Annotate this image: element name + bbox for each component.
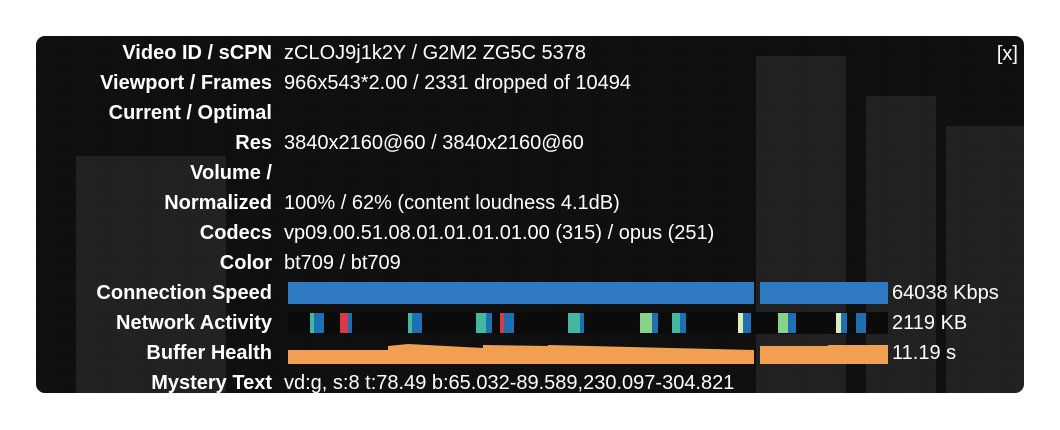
network-spike xyxy=(836,313,841,333)
row-label: Viewport / Frames xyxy=(100,72,272,94)
row-viewport: Viewport / Frames 966x543*2.00 / 2331 dr… xyxy=(36,68,1024,98)
network-activity-background xyxy=(288,312,888,334)
network-spike xyxy=(841,313,847,333)
network-spike xyxy=(568,313,580,333)
row-video-id: Video ID / sCPN zCLOJ9j1k2Y / G2M2 ZG5C … xyxy=(36,38,1024,68)
network-spike xyxy=(672,313,680,333)
stats-for-nerds-panel: [x] Video ID / sCPN zCLOJ9j1k2Y / G2M2 Z… xyxy=(36,36,1024,393)
network-spike xyxy=(314,313,324,333)
network-spike xyxy=(680,313,686,333)
connection-speed-graph xyxy=(288,282,888,304)
row-normalized: Normalized 100% / 62% (content loudness … xyxy=(36,188,1024,218)
row-connection-speed: Connection Speed 64038 Kbps xyxy=(36,278,1024,308)
row-label: Volume / xyxy=(190,162,272,184)
row-label: Network Activity xyxy=(116,312,272,334)
row-value: 11.19 s xyxy=(892,342,957,364)
row-label: Normalized xyxy=(164,192,272,214)
row-volume: Volume / xyxy=(36,158,1024,188)
buffer-health-graph xyxy=(288,344,888,364)
network-activity-graph xyxy=(288,312,888,334)
row-label: Buffer Health xyxy=(146,342,272,364)
row-codecs: Codecs vp09.00.51.08.01.01.01.01.00 (315… xyxy=(36,218,1024,248)
row-value: bt709 / bt709 xyxy=(284,252,401,274)
network-spike xyxy=(504,313,514,333)
network-spike xyxy=(340,313,348,333)
network-spike xyxy=(788,313,796,333)
row-label: Connection Speed xyxy=(96,282,272,304)
network-spike xyxy=(500,313,504,333)
row-label: Current / Optimal xyxy=(108,102,272,124)
network-spike xyxy=(348,313,352,333)
row-value: 2119 KB xyxy=(892,312,968,334)
row-value: 64038 Kbps xyxy=(892,282,999,304)
row-label: Res xyxy=(235,132,272,154)
row-current-optimal: Current / Optimal xyxy=(36,98,1024,128)
network-spike xyxy=(310,313,314,333)
buffer-health-area xyxy=(288,344,754,364)
network-spike xyxy=(476,313,486,333)
network-spike xyxy=(652,313,658,333)
network-spike xyxy=(408,313,412,333)
network-spike xyxy=(738,313,743,333)
network-spike xyxy=(856,313,866,333)
row-label: Video ID / sCPN xyxy=(122,42,272,64)
row-value: zCLOJ9j1k2Y / G2M2 ZG5C 5378 xyxy=(284,42,586,64)
row-value: vp09.00.51.08.01.01.01.01.00 (315) / opu… xyxy=(284,222,715,244)
row-label: Color xyxy=(219,252,272,274)
row-value: 3840x2160@60 / 3840x2160@60 xyxy=(284,132,584,154)
network-spike xyxy=(580,313,584,333)
network-spike xyxy=(412,313,422,333)
network-spike xyxy=(486,313,492,333)
row-color: Color bt709 / bt709 xyxy=(36,248,1024,278)
buffer-health-area xyxy=(760,345,888,364)
row-label: Mystery Text xyxy=(151,372,272,393)
row-res: Res 3840x2160@60 / 3840x2160@60 xyxy=(36,128,1024,158)
row-value: vd:g, s:8 t:78.49 b:65.032-89.589,230.09… xyxy=(284,372,735,393)
network-spike xyxy=(640,313,652,333)
row-value: 966x543*2.00 / 2331 dropped of 10494 xyxy=(284,72,631,94)
row-mystery-text: Mystery Text vd:g, s:8 t:78.49 b:65.032-… xyxy=(36,368,1024,393)
network-spike xyxy=(778,313,788,333)
network-spike xyxy=(743,313,751,333)
row-buffer-health: Buffer Health 11.19 s xyxy=(36,338,1024,368)
connection-speed-segment xyxy=(760,282,888,304)
row-network-activity: Network Activity 2119 KB xyxy=(36,308,1024,338)
connection-speed-segment xyxy=(288,282,754,304)
row-label: Codecs xyxy=(199,222,272,244)
row-value: 100% / 62% (content loudness 4.1dB) xyxy=(284,192,620,214)
